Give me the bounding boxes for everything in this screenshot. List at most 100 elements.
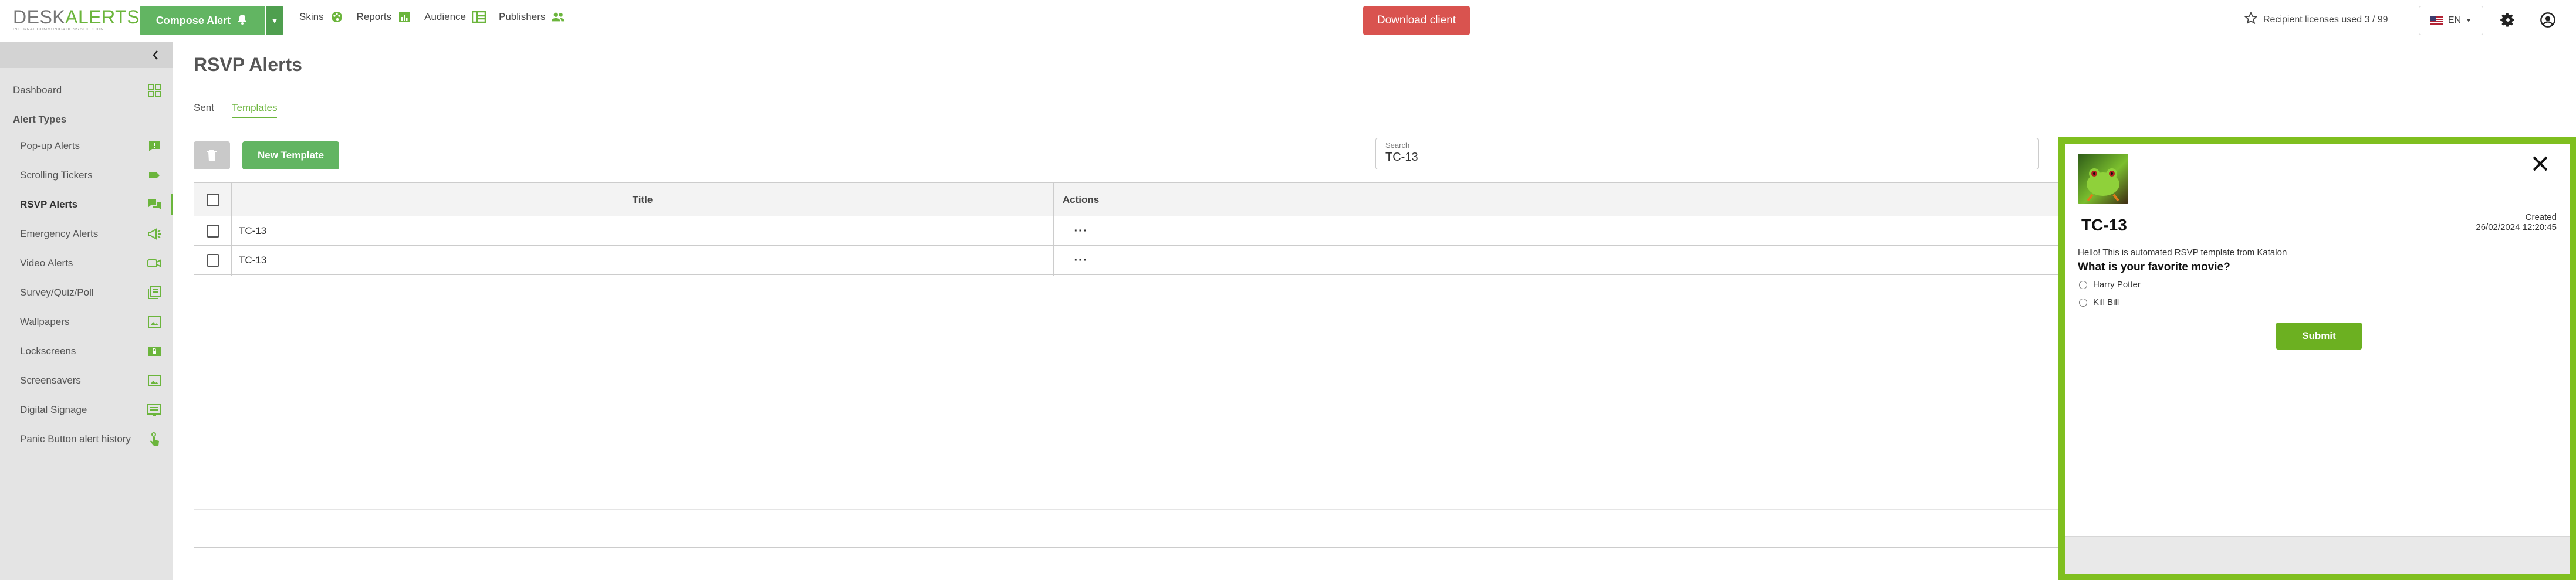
search-input[interactable] (1384, 150, 1971, 165)
tabs: Sent Templates (194, 102, 278, 118)
frog-thumbnail-image (2078, 154, 2128, 204)
sidebar-item-lockscreens[interactable]: Lockscreens (0, 340, 173, 363)
row-checkbox[interactable] (206, 254, 219, 267)
row-title[interactable]: TC-13 (239, 216, 266, 246)
nav-skins-label: Skins (299, 11, 324, 22)
tab-templates[interactable]: Templates (231, 102, 278, 118)
sidebar-item-rsvp-alerts[interactable]: RSVP Alerts (0, 193, 173, 216)
nav-audience[interactable]: Audience (424, 11, 486, 23)
screensaver-icon (147, 373, 162, 388)
search-label: Search (1385, 141, 1410, 150)
sidebar-collapse-bar[interactable] (0, 42, 173, 68)
user-account-icon[interactable] (2538, 11, 2557, 29)
templates-table: Title Actions TC-13 ··· TC-13 ··· (194, 182, 2071, 548)
more-dots-icon: ··· (1074, 224, 1088, 238)
language-select[interactable]: EN ▼ (2419, 6, 2483, 35)
chevron-left-icon[interactable] (150, 48, 161, 62)
sidebar-item-popup-alerts[interactable]: Pop-up Alerts (0, 134, 173, 158)
sidebar-item-label: Wallpapers (20, 316, 70, 327)
org-table-icon (472, 11, 486, 23)
row-actions-menu[interactable]: ··· (1054, 246, 1108, 275)
preview-created: Created 26/02/2024 12:20:45 (2476, 212, 2557, 232)
delete-button[interactable] (194, 141, 230, 169)
alert-preview-panel: TC-13 Created 26/02/2024 12:20:45 Hello!… (2058, 137, 2576, 580)
row-select-cell (194, 216, 231, 246)
table-row[interactable]: TC-13 ··· (194, 216, 2071, 246)
ticker-icon (147, 168, 162, 183)
dashboard-grid-icon (147, 83, 162, 98)
signage-icon (147, 402, 162, 418)
preview-title: TC-13 (2081, 216, 2127, 234)
video-icon (147, 256, 162, 271)
trash-icon (207, 150, 217, 161)
megaphone-icon (147, 226, 162, 242)
select-all-cell (194, 183, 231, 216)
sidebar-item-label: Emergency Alerts (20, 228, 99, 239)
nav-reports-label: Reports (356, 11, 392, 22)
lockscreen-icon (147, 344, 162, 359)
wallpaper-icon (147, 314, 162, 330)
answer-option[interactable]: Harry Potter (2079, 280, 2141, 290)
table-footer-divider (194, 509, 2071, 510)
row-checkbox[interactable] (206, 225, 219, 238)
tab-sent[interactable]: Sent (194, 102, 214, 118)
sidebar-item-scrolling-tickers[interactable]: Scrolling Tickers (0, 164, 173, 187)
answer-option-label: Kill Bill (2093, 297, 2119, 307)
nav-publishers[interactable]: Publishers (499, 11, 565, 23)
recipient-licenses[interactable]: Recipient licenses used 3 / 99 (2244, 11, 2388, 28)
row-actions-menu[interactable]: ··· (1054, 216, 1108, 246)
logo-text: DESKALERTS (13, 6, 140, 28)
sidebar-item-panic-button-history[interactable]: Panic Button alert history (0, 428, 173, 451)
compose-dropdown-chevron-icon[interactable]: ▼ (266, 6, 283, 35)
compose-alert-button[interactable]: Compose Alert (140, 6, 265, 35)
chart-icon (397, 11, 411, 23)
sidebar-item-video-alerts[interactable]: Video Alerts (0, 252, 173, 275)
sidebar-item-survey-quiz-poll[interactable]: Survey/Quiz/Poll (0, 281, 173, 304)
us-flag-icon (2430, 16, 2443, 25)
close-icon[interactable] (2531, 154, 2550, 173)
compose-alert-label: Compose Alert (155, 14, 231, 26)
star-icon (2244, 11, 2258, 28)
desk-alerts-logo[interactable]: DESKALERTS INTERNAL COMMUNICATIONS SOLUT… (13, 7, 140, 32)
answer-option-label: Harry Potter (2093, 280, 2141, 290)
row-title[interactable]: TC-13 (239, 246, 266, 275)
submit-button[interactable]: Submit (2276, 323, 2362, 350)
table-header: Title Actions (194, 183, 2071, 216)
licenses-label: Recipient licenses used 3 / 99 (2263, 14, 2388, 25)
column-header-title[interactable]: Title (232, 183, 1053, 216)
palette-icon (330, 11, 344, 23)
bell-plus-icon (236, 13, 248, 28)
sidebar-item-label: Scrolling Tickers (20, 169, 93, 181)
sidebar-item-label: Panic Button alert history (20, 433, 131, 445)
page-title: RSVP Alerts (194, 54, 302, 75)
preview-body-text: Hello! This is automated RSVP template f… (2078, 247, 2287, 257)
sidebar-item-label: Lockscreens (20, 345, 76, 357)
rsvp-chat-icon (147, 197, 162, 212)
sidebar-item-emergency-alerts[interactable]: Emergency Alerts (0, 222, 173, 246)
answer-option[interactable]: Kill Bill (2079, 297, 2119, 307)
sidebar-item-digital-signage[interactable]: Digital Signage (0, 398, 173, 422)
select-all-checkbox[interactable] (206, 193, 219, 206)
popup-icon (147, 138, 162, 154)
chevron-down-icon: ▼ (2466, 17, 2472, 24)
preview-footer (2065, 536, 2570, 574)
nav-publishers-label: Publishers (499, 11, 546, 22)
download-client-button[interactable]: Download client (1363, 6, 1470, 35)
sidebar-item-wallpapers[interactable]: Wallpapers (0, 310, 173, 334)
compose-alert-group: Compose Alert ▼ (140, 6, 283, 35)
table-row[interactable]: TC-13 ··· (194, 246, 2071, 275)
survey-icon (147, 285, 162, 300)
search-field[interactable]: Search (1375, 138, 2039, 169)
answer-radio[interactable] (2079, 298, 2087, 307)
sidebar-item-label: RSVP Alerts (20, 199, 78, 210)
settings-gear-icon[interactable] (2499, 11, 2517, 29)
answer-radio[interactable] (2079, 280, 2087, 289)
people-icon (551, 11, 565, 23)
sidebar-item-dashboard[interactable]: Dashboard (0, 79, 173, 102)
sidebar-item-screensavers[interactable]: Screensavers (0, 369, 173, 392)
nav-reports[interactable]: Reports (357, 11, 412, 23)
new-template-button[interactable]: New Template (242, 141, 339, 169)
preview-question: What is your favorite movie? (2078, 261, 2230, 273)
sidebar-item-label: Video Alerts (20, 257, 73, 269)
nav-skins[interactable]: Skins (299, 11, 344, 23)
